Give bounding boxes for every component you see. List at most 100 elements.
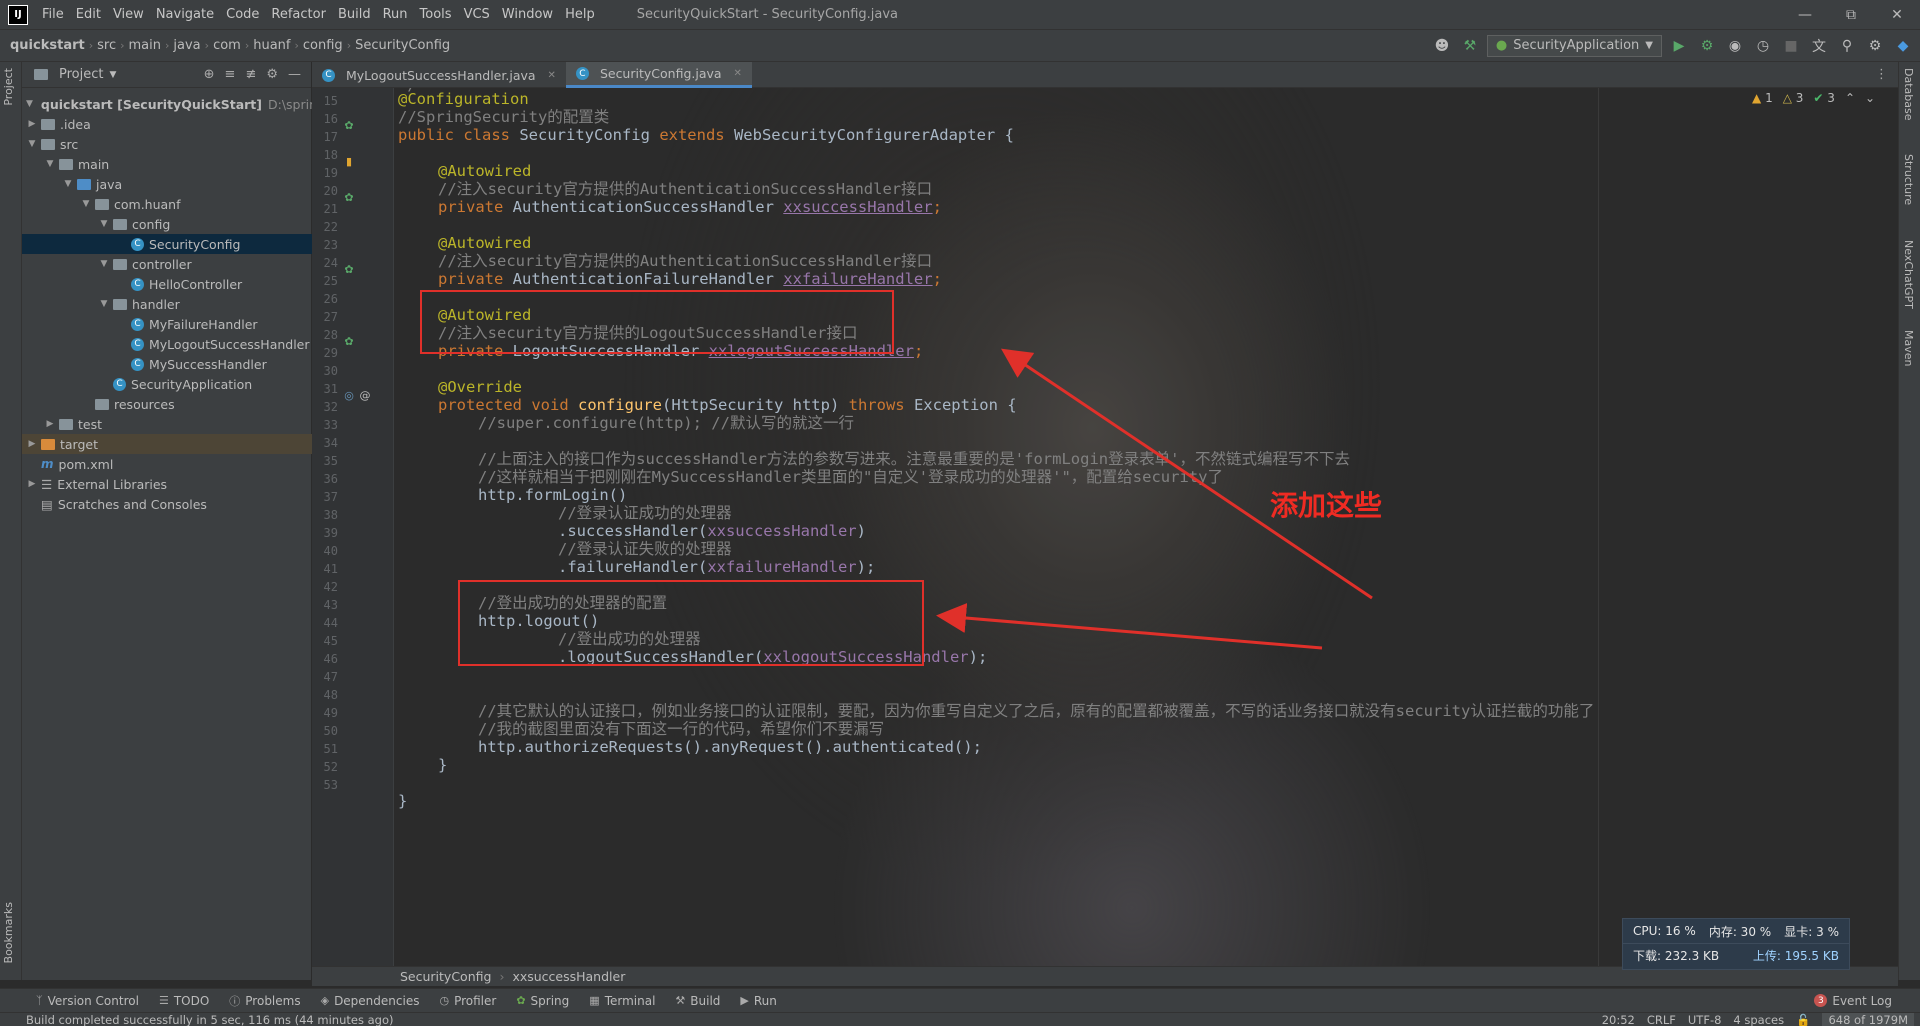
tree-item-com-huanf[interactable]: ▼ com.huanf	[22, 194, 312, 214]
minimize-icon[interactable]: —	[1782, 0, 1828, 30]
locate-icon[interactable]: ⊕	[204, 67, 215, 82]
menu-view[interactable]: View	[107, 7, 150, 22]
tree-item-hellocontroller[interactable]: C HelloController	[22, 274, 312, 294]
tree-item-resources[interactable]: resources	[22, 394, 312, 414]
chevron-down-icon[interactable]: ▼	[62, 179, 74, 189]
tree-item-mysuccesshandler[interactable]: C MySuccessHandler	[22, 354, 312, 374]
menu-vcs[interactable]: VCS	[458, 7, 496, 22]
tree-item-myfailurehandler[interactable]: C MyFailureHandler	[22, 314, 312, 334]
menu-tools[interactable]: Tools	[414, 7, 458, 22]
breadcrumb-securityconfig[interactable]: SecurityConfig	[351, 38, 454, 53]
database-tool-tab[interactable]: Database	[1902, 68, 1915, 121]
tree-item-java[interactable]: ▼ java	[22, 174, 312, 194]
memory-indicator[interactable]: 648 of 1979M	[1822, 1012, 1914, 1026]
breadcrumb-class[interactable]: SecurityConfig	[400, 969, 491, 984]
translate-icon[interactable]: 文	[1808, 35, 1830, 57]
tool-dependencies[interactable]: ◈ Dependencies	[311, 994, 430, 1008]
tool-event-log[interactable]: 3 Event Log	[1814, 994, 1920, 1008]
settings-icon[interactable]: ⚙	[1864, 35, 1886, 57]
close-icon[interactable]: ✕	[1874, 0, 1920, 30]
close-icon[interactable]: ✕	[734, 68, 742, 79]
tree-item-controller[interactable]: ▼ controller	[22, 254, 312, 274]
chevron-down-icon[interactable]: ▼	[98, 299, 110, 309]
breadcrumb-java[interactable]: java	[169, 38, 204, 53]
menu-navigate[interactable]: Navigate	[150, 7, 220, 22]
tree-item-idea[interactable]: ▶ .idea	[22, 114, 312, 134]
structure-tool-tab[interactable]: Structure	[1902, 154, 1915, 205]
run-config-selector[interactable]: ● SecurityApplication ▼	[1486, 34, 1662, 57]
tree-item-handler[interactable]: ▼ handler	[22, 294, 312, 314]
indent-setting[interactable]: 4 spaces	[1733, 1013, 1784, 1026]
code-editor[interactable]: 1415161718192021222324252627282930313233…	[312, 88, 1898, 966]
menu-file[interactable]: File	[36, 7, 70, 22]
collapse-all-icon[interactable]: ≢	[245, 67, 256, 82]
menu-edit[interactable]: Edit	[70, 7, 107, 22]
profile-icon[interactable]: ◷	[1752, 35, 1774, 57]
file-encoding[interactable]: UTF-8	[1688, 1013, 1722, 1026]
caret-position[interactable]: 20:52	[1602, 1013, 1635, 1026]
lock-icon[interactable]: 🔓	[1796, 1013, 1810, 1026]
tree-item-src[interactable]: ▼ src	[22, 134, 312, 154]
nexchatgpt-tool-tab[interactable]: NexChatGPT	[1902, 240, 1915, 309]
menu-help[interactable]: Help	[559, 7, 601, 22]
tool-version-control[interactable]: ᛉ Version Control	[26, 994, 149, 1008]
chevron-down-icon[interactable]: ▼	[80, 199, 92, 209]
restore-icon[interactable]: ⧉	[1828, 0, 1874, 30]
maven-tool-tab[interactable]: Maven	[1902, 330, 1915, 366]
chevron-down-icon[interactable]: ▼	[109, 70, 116, 80]
tool-problems[interactable]: ⓘ Problems	[219, 993, 310, 1009]
plugin-icon[interactable]: ◆	[1892, 35, 1914, 57]
menu-window[interactable]: Window	[496, 7, 559, 22]
breadcrumb-field[interactable]: xxsuccessHandler	[512, 969, 625, 984]
breadcrumb-src[interactable]: src	[93, 38, 120, 53]
tool-todo[interactable]: ☰ TODO	[149, 994, 219, 1008]
hammer-icon[interactable]: ⚒	[1459, 35, 1481, 57]
search-icon[interactable]: ⚲	[1836, 35, 1858, 57]
tool-terminal[interactable]: ▦ Terminal	[579, 994, 665, 1008]
run-icon[interactable]: ▶	[1668, 35, 1690, 57]
breadcrumb-huanf[interactable]: huanf	[249, 38, 294, 53]
line-separator[interactable]: CRLF	[1647, 1013, 1676, 1026]
chevron-right-icon[interactable]: ▶	[26, 439, 38, 449]
tool-run[interactable]: ▶ Run	[730, 994, 786, 1008]
tree-item-external-libraries[interactable]: ▶ ☰ External Libraries	[22, 474, 312, 494]
tree-item-test[interactable]: ▶ test	[22, 414, 312, 434]
menu-refactor[interactable]: Refactor	[265, 7, 332, 22]
breadcrumb-config[interactable]: config	[299, 38, 347, 53]
menu-build[interactable]: Build	[332, 7, 377, 22]
gear-icon[interactable]: ⚙	[266, 67, 278, 82]
chevron-right-icon[interactable]: ▶	[44, 419, 56, 429]
stop-icon[interactable]: ■	[1780, 35, 1802, 57]
chevron-down-icon[interactable]: ▼	[26, 139, 38, 149]
breadcrumb-project[interactable]: quickstart	[0, 38, 89, 53]
menu-code[interactable]: Code	[220, 7, 265, 22]
tree-item-mylogoutsuccesshandler[interactable]: C MyLogoutSuccessHandler	[22, 334, 312, 354]
tree-item-main[interactable]: ▼ main	[22, 154, 312, 174]
tree-item-securityconfig[interactable]: C SecurityConfig	[22, 234, 312, 254]
hide-icon[interactable]: —	[288, 67, 301, 82]
tool-spring[interactable]: ✿ Spring	[506, 994, 579, 1008]
debug-icon[interactable]: ⚙	[1696, 35, 1718, 57]
project-tool-tab[interactable]: Project	[2, 68, 15, 106]
coverage-icon[interactable]: ◉	[1724, 35, 1746, 57]
breadcrumb-com[interactable]: com	[209, 38, 245, 53]
chevron-down-icon[interactable]: ▼	[98, 259, 110, 269]
tab-mylogoutsuccesshandler[interactable]: C MyLogoutSuccessHandler.java ✕	[312, 62, 566, 88]
tab-securityconfig[interactable]: C SecurityConfig.java ✕	[565, 62, 752, 88]
tree-item-target[interactable]: ▶ target	[22, 434, 312, 454]
expand-all-icon[interactable]: ≡	[225, 67, 236, 82]
more-icon[interactable]: ⋮	[1875, 62, 1898, 87]
tree-item-scratches[interactable]: ▤ Scratches and Consoles	[22, 494, 312, 514]
tree-item-module[interactable]: ▼ quickstart [SecurityQuickStart] D:\spr…	[22, 94, 312, 114]
tree-item-pom[interactable]: m pom.xml	[22, 454, 312, 474]
breadcrumb-main[interactable]: main	[125, 38, 165, 53]
user-icon[interactable]: ☻	[1431, 35, 1453, 57]
chevron-down-icon[interactable]: ▼	[98, 219, 110, 229]
chevron-down-icon[interactable]: ▼	[44, 159, 56, 169]
status-message[interactable]: Build completed successfully in 5 sec, 1…	[0, 1013, 393, 1026]
tree-item-securityapplication[interactable]: C SecurityApplication	[22, 374, 312, 394]
project-view-selector[interactable]: Project	[59, 67, 103, 82]
chevron-right-icon[interactable]: ▶	[26, 119, 38, 129]
close-icon[interactable]: ✕	[548, 70, 556, 81]
bookmarks-tool-tab[interactable]: Bookmarks	[2, 902, 15, 963]
